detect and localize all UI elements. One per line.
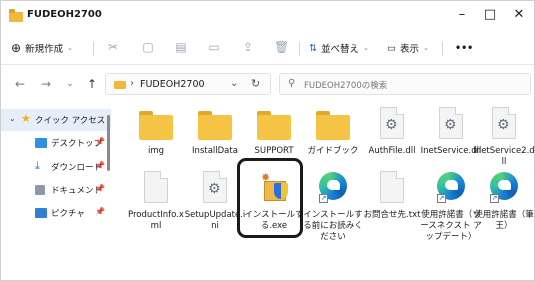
folder-icon	[114, 81, 126, 89]
toolbar-divider	[93, 42, 94, 56]
chevron-down-icon[interactable]: ⌄	[230, 78, 238, 89]
sort-icon: ⇅	[309, 42, 317, 54]
file-label: お問合せ先.txt	[363, 210, 421, 220]
document-icon	[373, 169, 411, 207]
edge-shortcut-icon: ↗	[314, 169, 352, 207]
recent-locations-button[interactable]: ⌄	[63, 77, 77, 91]
download-icon: ⤓	[35, 159, 40, 172]
new-button-label: 新規作成	[25, 44, 64, 55]
file-label: インストールする前にお読みください	[303, 210, 363, 242]
back-button[interactable]: ←	[13, 77, 27, 91]
file-list: img InstallData SUPPORT ガイドブック ⚙ AuthFil…	[115, 105, 535, 280]
dll-icon: ⚙	[485, 105, 523, 143]
up-button[interactable]: ↑	[85, 77, 99, 91]
file-label: img	[147, 146, 165, 156]
pin-icon: 📌	[95, 137, 105, 146]
address-row: ← → ⌄ ↑ › FUDEOH2700 ⌄ ↻ ⚲ FUDEOH2700の検索	[1, 69, 534, 99]
window-title: FUDEOH2700	[27, 9, 102, 20]
delete-icon[interactable]: 🗑	[274, 40, 289, 54]
ini-icon: ⚙	[196, 169, 234, 207]
file-explorer-window: FUDEOH2700 – □ ✕ ⊕ 新規作成 ⌄ ✂ ▢ ▤ ▭ ⇪ 🗑 ⇅ …	[0, 0, 535, 281]
folder-icon	[9, 9, 23, 22]
file-label: SUPPORT	[254, 146, 294, 156]
copy-icon[interactable]: ▢	[141, 40, 155, 54]
refresh-icon[interactable]: ↻	[251, 77, 260, 90]
file-item-installdata[interactable]: InstallData	[184, 105, 246, 157]
close-button[interactable]: ✕	[509, 7, 529, 23]
sidebar-item-label: クイック アクセス	[35, 116, 106, 126]
file-label: 使用許諾書（筆王）	[474, 210, 534, 231]
file-item-license-fudeoh[interactable]: ↗ 使用許諾書（筆王）	[473, 169, 534, 232]
folder-icon	[255, 105, 293, 143]
chevron-down-icon[interactable]: ⌄	[9, 114, 16, 123]
minimize-button[interactable]: –	[452, 7, 472, 23]
file-label: ガイドブック	[307, 146, 359, 156]
forward-button[interactable]: →	[39, 77, 53, 91]
folder-icon	[314, 105, 352, 143]
search-input[interactable]: ⚲ FUDEOH2700の検索	[279, 73, 531, 95]
file-item-productinfo-xml[interactable]: ProductInfo.xml	[125, 169, 187, 232]
sidebar-scrollbar[interactable]	[107, 115, 110, 171]
maximize-button[interactable]: □	[480, 7, 500, 23]
search-placeholder: FUDEOH2700の検索	[304, 81, 388, 91]
chevron-down-icon: ⌄	[362, 44, 369, 52]
file-label: InetService2.dll	[473, 146, 535, 167]
sidebar-item-downloads[interactable]: ⤓ ダウンロード 📌	[1, 156, 111, 178]
chevron-right-icon: ›	[130, 78, 134, 89]
edge-shortcut-icon: ↗	[485, 169, 523, 207]
folder-icon	[137, 105, 175, 143]
more-options-button[interactable]: •••	[455, 39, 473, 57]
file-item-img[interactable]: img	[125, 105, 187, 157]
pin-icon: 📌	[95, 161, 105, 170]
file-item-authfile-dll[interactable]: ⚙ AuthFile.dll	[361, 105, 423, 157]
toolbar-divider	[299, 42, 300, 56]
share-icon[interactable]: ⇪	[241, 40, 255, 54]
title-bar: FUDEOH2700 – □ ✕	[1, 1, 534, 31]
address-path[interactable]: FUDEOH2700	[140, 79, 205, 90]
desktop-icon	[35, 138, 47, 148]
document-icon	[137, 169, 175, 207]
file-item-guidebook[interactable]: ガイドブック	[302, 105, 364, 157]
document-icon	[35, 185, 45, 195]
pin-icon: 📌	[95, 184, 105, 193]
folder-icon	[196, 105, 234, 143]
plus-circle-icon: ⊕	[11, 41, 22, 55]
file-item-contact-txt[interactable]: お問合せ先.txt	[361, 169, 423, 221]
search-icon: ⚲	[288, 78, 296, 89]
file-item-read-before-install[interactable]: ↗ インストールする前にお読みください	[302, 169, 364, 243]
sort-button[interactable]: ⇅ 並べ替え ⌄	[309, 39, 369, 57]
chevron-down-icon: ⌄	[67, 44, 73, 52]
sort-button-label: 並べ替え	[320, 44, 359, 55]
file-label: ProductInfo.xml	[128, 210, 184, 231]
command-bar: ⊕ 新規作成 ⌄ ✂ ▢ ▤ ▭ ⇪ 🗑 ⇅ 並べ替え ⌄ ▭ 表示 ⌄ •••	[1, 34, 534, 62]
toolbar-divider-line	[1, 64, 534, 65]
pin-icon: 📌	[95, 207, 105, 216]
star-icon: ★	[21, 112, 31, 125]
paste-icon[interactable]: ▤	[174, 40, 188, 54]
file-item-support[interactable]: SUPPORT	[243, 105, 305, 157]
rename-icon[interactable]: ▭	[207, 40, 221, 54]
new-button[interactable]: ⊕ 新規作成 ⌄	[11, 39, 73, 57]
sidebar-item-label: ピクチャ	[51, 209, 85, 219]
file-label: AuthFile.dll	[368, 146, 416, 156]
view-icon: ▭	[387, 42, 396, 54]
view-button[interactable]: ▭ 表示 ⌄	[387, 39, 429, 57]
chevron-down-icon: ⌄	[423, 44, 429, 52]
view-button-label: 表示	[399, 44, 419, 55]
address-bar[interactable]: › FUDEOH2700 ⌄ ↻	[105, 73, 271, 95]
file-item-inetservice2-dll[interactable]: ⚙ InetService2.dll	[473, 105, 535, 168]
highlight-frame	[237, 158, 303, 238]
pictures-icon	[35, 208, 47, 218]
sidebar-item-pictures[interactable]: ピクチャ 📌	[1, 202, 111, 224]
navigation-pane: ⌄ ★ クイック アクセス デスクトップ 📌 ⤓ ダウンロード 📌 ドキュメント…	[1, 103, 113, 280]
cut-icon[interactable]: ✂	[106, 40, 120, 54]
toolbar-divider	[442, 42, 443, 56]
file-label: InstallData	[192, 146, 238, 156]
dll-icon: ⚙	[432, 105, 470, 143]
sidebar-item-documents[interactable]: ドキュメント 📌	[1, 179, 111, 201]
sidebar-item-desktop[interactable]: デスクトップ 📌	[1, 132, 111, 154]
sidebar-item-quick-access[interactable]: ⌄ ★ クイック アクセス	[1, 109, 111, 131]
edge-shortcut-icon: ↗	[432, 169, 470, 207]
dll-icon: ⚙	[373, 105, 411, 143]
